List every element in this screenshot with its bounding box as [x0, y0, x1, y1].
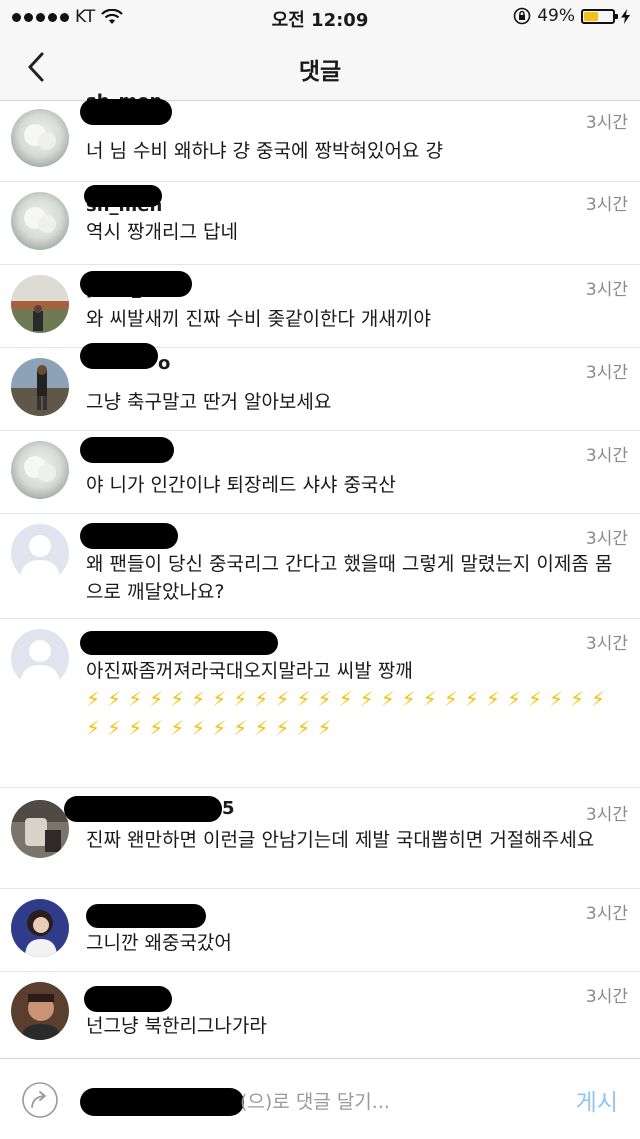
comment-time: 3시간 [585, 363, 628, 383]
comment-item: 3시간 그니깐 왜중국갔어 [0, 889, 640, 972]
status-bar: KT 오전 12:09 49% [0, 0, 640, 36]
avatar[interactable] [11, 192, 69, 250]
comment-item: 3시간 아진짜좀꺼져라국대오지말라고 씨발 짱깨 ⚡⚡⚡⚡⚡⚡⚡⚡⚡⚡⚡⚡⚡⚡⚡… [0, 619, 640, 788]
redaction-mark [80, 523, 178, 549]
battery-fill [584, 11, 598, 21]
comment-time: 3시간 [585, 904, 628, 924]
comment-time: 3시간 [585, 529, 628, 549]
comment-time: 3시간 [585, 195, 628, 215]
comment-compose-bar: (으)로 댓글 달기... 게시 [0, 1058, 640, 1139]
comment-time: 3시간 [585, 280, 628, 300]
comment-username[interactable]: 5 [222, 798, 235, 819]
comment-list: sh_men 3시간 너 님 수비 왜하냐 걍 중국에 짱박혀있어요 걍 sh_… [0, 91, 640, 1061]
comment-time: 3시간 [585, 113, 628, 133]
avatar[interactable] [11, 982, 69, 1040]
redaction-mark [64, 796, 222, 822]
comment-item: sh_men 3시간 역시 짱개리그 답네 [0, 182, 640, 265]
reply-icon [22, 1082, 58, 1118]
comment-text: 야 니가 인간이냐 퇴장레드 샤샤 중국산 [86, 474, 396, 496]
avatar[interactable] [11, 358, 69, 416]
comment-text: 그니깐 왜중국갔어 [86, 932, 232, 954]
redaction-mark [80, 99, 172, 125]
comment-text: 왜 팬들이 당신 중국리그 간다고 했을때 그렇게 말렸는지 이제좀 몸으로 깨… [86, 553, 613, 603]
redaction-mark [84, 986, 172, 1012]
comment-text: 너 님 수비 왜하냐 걍 중국에 짱박혀있어요 걍 [86, 140, 443, 162]
redaction-mark [80, 271, 192, 297]
redaction-mark [80, 437, 174, 463]
comment-text: 그냥 축구말고 딴거 알아보세요 [86, 391, 332, 413]
comment-item: 3시간 넌그냥 북한리그나가라 [0, 972, 640, 1061]
orientation-lock-icon [513, 7, 531, 25]
redaction-mark [80, 1088, 244, 1116]
battery-percent: 49% [537, 6, 575, 26]
redaction-mark [86, 904, 206, 928]
avatar[interactable] [11, 275, 69, 333]
comment-input[interactable]: (으)로 댓글 달기... [240, 1087, 390, 1114]
comment-text: 아진짜좀꺼져라국대오지말라고 씨발 짱깨 [86, 660, 413, 682]
lightning-emoji-row: ⚡⚡⚡⚡⚡⚡⚡⚡⚡⚡⚡⚡⚡⚡⚡⚡⚡⚡⚡⚡⚡⚡⚡⚡⚡⚡⚡⚡⚡⚡⚡⚡⚡⚡⚡⚡⚡ [86, 687, 613, 740]
page-title: 댓글 [298, 59, 342, 85]
comment-time: 3시간 [585, 446, 628, 466]
comment-item: 3시간 야 니가 인간이냐 퇴장레드 샤샤 중국산 [0, 431, 640, 514]
avatar[interactable] [11, 800, 69, 858]
avatar[interactable] [11, 109, 69, 167]
avatar[interactable] [11, 629, 69, 687]
comment-time: 3시간 [585, 634, 628, 654]
battery-icon [581, 8, 618, 24]
comment-item: park_kok 3시간 와 씨발새끼 진짜 수비 좆같이한다 개새끼야 [0, 265, 640, 348]
comment-text: 넌그냥 북한리그나가라 [86, 1015, 267, 1037]
avatar[interactable] [11, 524, 69, 582]
redaction-mark [84, 185, 162, 207]
comment-item: o 3시간 그냥 축구말고 딴거 알아보세요 [0, 343, 640, 431]
charging-icon [621, 8, 630, 24]
post-button[interactable]: 게시 [576, 1083, 618, 1117]
comment-item: 5 3시간 진짜 왠만하면 이런글 안남기는데 제발 국대뽑히면 거절해주세요 [0, 788, 640, 889]
comment-item: 3시간 왜 팬들이 당신 중국리그 간다고 했을때 그렇게 말렸는지 이제좀 몸… [0, 514, 640, 619]
avatar[interactable] [11, 899, 69, 957]
redaction-mark [80, 631, 278, 655]
comment-text: 역시 짱개리그 답네 [86, 221, 238, 243]
comment-username[interactable]: o [158, 353, 170, 374]
comment-time: 3시간 [585, 987, 628, 1007]
redaction-mark [80, 343, 158, 369]
comment-text: 와 씨발새끼 진짜 수비 좆같이한다 개새끼야 [86, 308, 431, 330]
comment-time: 3시간 [585, 805, 628, 825]
avatar[interactable] [11, 441, 69, 499]
comment-text: 진짜 왠만하면 이런글 안남기는데 제발 국대뽑히면 거절해주세요 [86, 829, 595, 851]
comment-item: sh_men 3시간 너 님 수비 왜하냐 걍 중국에 짱박혀있어요 걍 [0, 91, 640, 182]
